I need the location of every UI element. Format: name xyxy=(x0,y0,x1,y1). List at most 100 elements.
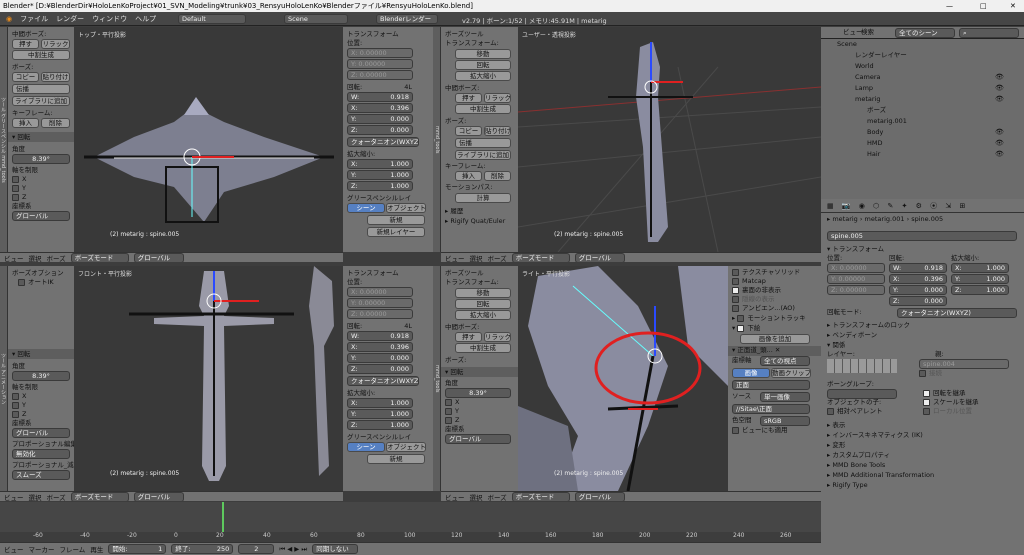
new-gp-button[interactable]: 新規 xyxy=(367,215,425,225)
menu-help[interactable]: ヘルプ xyxy=(135,14,156,24)
blender-logo-icon[interactable]: ◉ xyxy=(6,15,12,23)
properties-region-top: トランスフォーム 位置: X: 0.00000 Y: 0.00000 Z: 0.… xyxy=(343,27,433,252)
viewport-bottom-left[interactable]: フロント・平行投影 (2) metarig : spine.005 xyxy=(74,266,343,491)
copy-button-r[interactable]: コピー xyxy=(455,126,482,136)
propagate-button[interactable]: 伝播 xyxy=(12,84,70,94)
sync-select[interactable]: 同期しない xyxy=(312,544,359,554)
copy-pose-button[interactable]: コピー xyxy=(12,72,39,82)
toolshelf-bottom-right: ボーズツール トランスフォーム: 移動 回転 拡大縮小 中間ボーズ: 押す リラッ… xyxy=(441,266,518,491)
select-menu[interactable]: 選択 xyxy=(29,253,42,263)
autoik-checkbox[interactable]: オートIK xyxy=(18,278,70,287)
rot-w-field[interactable]: W: 0.918 xyxy=(347,92,413,102)
operator-header-top[interactable]: ▾ 回転 xyxy=(8,132,74,142)
angle-field[interactable]: 8.39° xyxy=(12,154,70,164)
view-menu[interactable]: ビュー xyxy=(4,253,24,263)
scale-button[interactable]: 拡大縮小 xyxy=(455,71,511,81)
viewport-header-top-right: ビュー 選択 ボーズ ボーズモード グローバル xyxy=(441,252,821,262)
scene-stats: v2.79 | ボーン:1/52 | メモリ:45.91M | metarig xyxy=(462,17,607,25)
close-button[interactable]: ✕ xyxy=(1010,0,1016,12)
window-title-bar: Blender* [D:¥BlenderDir¥HoloLenKoProject… xyxy=(0,0,1024,12)
library-add-button[interactable]: ライブラリに追加 xyxy=(12,96,70,106)
scene-toggle[interactable]: シーン xyxy=(347,203,385,213)
outliner-header: ビュー 検索 全てのシーン ⌕ xyxy=(821,27,1024,39)
loc-z-field[interactable]: Z: 0.00000 xyxy=(347,70,413,80)
maximize-button[interactable]: □ xyxy=(980,0,987,12)
properties-region-bottom: トランスフォーム 位置: X: 0.00000 Y: 0.00000 Z: 0.… xyxy=(343,266,433,491)
insert-key-button[interactable]: 挿入 xyxy=(12,118,39,128)
bone-name-field[interactable]: spine.005 xyxy=(827,231,1017,241)
orientation-select[interactable]: グローバル xyxy=(12,211,70,221)
visibility-eye-icon[interactable]: 👁 👁 👁 👁 👁 👁 xyxy=(995,72,1004,160)
scale-z-field[interactable]: Z: 1.000 xyxy=(347,181,413,191)
relax-button[interactable]: リラック xyxy=(41,39,70,49)
axis-x-checkbox[interactable]: X xyxy=(12,175,70,184)
properties-tabs[interactable]: ▦ 📷 ◉ ⬡ ✎ ✦ ⚙ ⦿ ⇲ ⊞ xyxy=(821,199,1024,213)
loc-y-field[interactable]: Y: 0.00000 xyxy=(347,59,413,69)
insert-button-r[interactable]: 挿入 xyxy=(455,171,482,181)
viewport-bottom-right[interactable]: ライト・平行投影 (2) metarig : spine.005 xyxy=(518,266,728,491)
menu-file[interactable]: ファイル xyxy=(20,14,48,24)
delete-key-button[interactable]: 削除 xyxy=(41,118,70,128)
move-button[interactable]: 移動 xyxy=(455,49,511,59)
menu-render[interactable]: レンダー xyxy=(56,14,84,24)
pose-menu[interactable]: ボーズ xyxy=(47,253,66,263)
viewport-top-right[interactable]: ユーザー・透視投影 (2) metarig : spine.005 xyxy=(518,27,821,252)
bone-layers-grid[interactable] xyxy=(827,359,897,373)
menu-window[interactable]: ウィンドウ xyxy=(92,14,127,24)
toolshelf-tabs-right-bottom[interactable]: mmd_tools xyxy=(433,266,441,491)
props-rotation-mode[interactable]: クォータニオン(WXYZ) xyxy=(897,308,1017,318)
new-layer-button[interactable]: 新規レイヤー xyxy=(367,227,425,237)
relax-button-r[interactable]: リラック xyxy=(484,93,511,103)
rot-x-field[interactable]: X: 0.396 xyxy=(347,103,413,113)
axis-y-checkbox[interactable]: Y xyxy=(12,184,70,193)
rot-y-field[interactable]: Y: 0.000 xyxy=(347,114,413,124)
info-header: ◉ ファイル レンダー ウィンドウ ヘルプ Default Scene Blen… xyxy=(0,12,1024,26)
minimize-button[interactable]: — xyxy=(946,0,953,12)
toolshelf-bottom-left: ボーズオプション オートIK ▾ 回転 角度 8.39° 軸を制限 X Y Z … xyxy=(8,266,74,491)
orientation-dropdown[interactable]: グローバル xyxy=(133,253,184,262)
breakdown-button-r[interactable]: 中割生成 xyxy=(455,104,511,114)
rotate-button[interactable]: 回転 xyxy=(455,60,511,70)
playback-controls-icon[interactable]: ⏮ ◀ ▶ ⏭ xyxy=(279,545,307,554)
layout-selector[interactable]: Default xyxy=(178,14,246,24)
toolshelf-tabs-top[interactable]: ツール グリースペンシル mmd_tools xyxy=(0,27,8,252)
viewport-header-bottom-right: ビュー 選択 ボーズ ボーズモード グローバル xyxy=(441,491,821,501)
loc-x-field[interactable]: X: 0.00000 xyxy=(347,48,413,58)
current-frame-field[interactable]: 2 xyxy=(238,544,275,554)
mode-selector[interactable]: ボーズモード xyxy=(70,253,129,262)
toolshelf-tabs-bottom[interactable]: ツール アニメーション xyxy=(0,266,8,491)
calc-path-button[interactable]: 計算 xyxy=(455,193,511,203)
rot-z-field[interactable]: Z: 0.000 xyxy=(347,125,413,135)
library-button-r[interactable]: ライブラリに追加 xyxy=(455,150,511,160)
paste-pose-button[interactable]: 貼り付け xyxy=(41,72,70,82)
end-frame-field[interactable]: 終了: 250 xyxy=(171,544,234,554)
outliner-search-input[interactable]: ⌕ xyxy=(959,28,1019,38)
delete-button-r[interactable]: 削除 xyxy=(484,171,511,181)
toolshelf-tabs-right-top[interactable]: mmd_tools xyxy=(433,27,441,252)
timeline-ruler: -60 -40 -20 0 20 40 60 80 100 120 140 160 180 200 220 2… xyxy=(0,532,821,542)
engine-selector[interactable]: Blenderレンダー xyxy=(376,14,438,24)
axis-z-checkbox[interactable]: Z xyxy=(12,193,70,202)
object-toggle[interactable]: オブジェクト xyxy=(386,203,426,213)
history-panel-header[interactable]: ▸ 履歴 xyxy=(445,206,514,216)
rotation-mode-select[interactable]: クォータニオン(WXYZ) xyxy=(347,137,419,147)
viewport-header-bottom-left: ビュー 選択 ボーズ ボーズモード グローバル xyxy=(0,491,343,501)
start-frame-field[interactable]: 開始: 1 xyxy=(108,544,167,554)
add-image-button[interactable]: 画像を追加 xyxy=(740,334,810,344)
rigify-panel-header[interactable]: ▸ Rigify Quat/Euler xyxy=(445,216,514,226)
breakdown-button[interactable]: 中割生成 xyxy=(12,50,70,60)
viewport-header-top-left: ビュー 選択 ボーズ ボーズモード グローバル xyxy=(0,252,343,262)
propagate-button-r[interactable]: 伝播 xyxy=(455,138,511,148)
outliner-scene[interactable]: Scene xyxy=(837,39,857,49)
push-button-r[interactable]: 押す xyxy=(455,93,482,103)
scale-x-field[interactable]: X: 1.000 xyxy=(347,159,413,169)
viewport-top-left[interactable]: トップ・平行投影 (2) metarig : spine.005 xyxy=(74,27,343,252)
scale-y-field[interactable]: Y: 1.000 xyxy=(347,170,413,180)
window-title: Blender* [D:¥BlenderDir¥HoloLenKoProject… xyxy=(3,2,473,10)
timeline[interactable] xyxy=(0,502,821,532)
toolshelf-top-left: 中間ボーズ: 押す リラック 中割生成 ボーズ: コピー 貼り付け 伝播 ライブラリ… xyxy=(8,27,74,252)
current-frame-line[interactable] xyxy=(222,502,224,532)
paste-button-r[interactable]: 貼り付け xyxy=(484,126,511,136)
scene-selector[interactable]: Scene xyxy=(284,14,348,24)
push-button[interactable]: 押す xyxy=(12,39,39,49)
